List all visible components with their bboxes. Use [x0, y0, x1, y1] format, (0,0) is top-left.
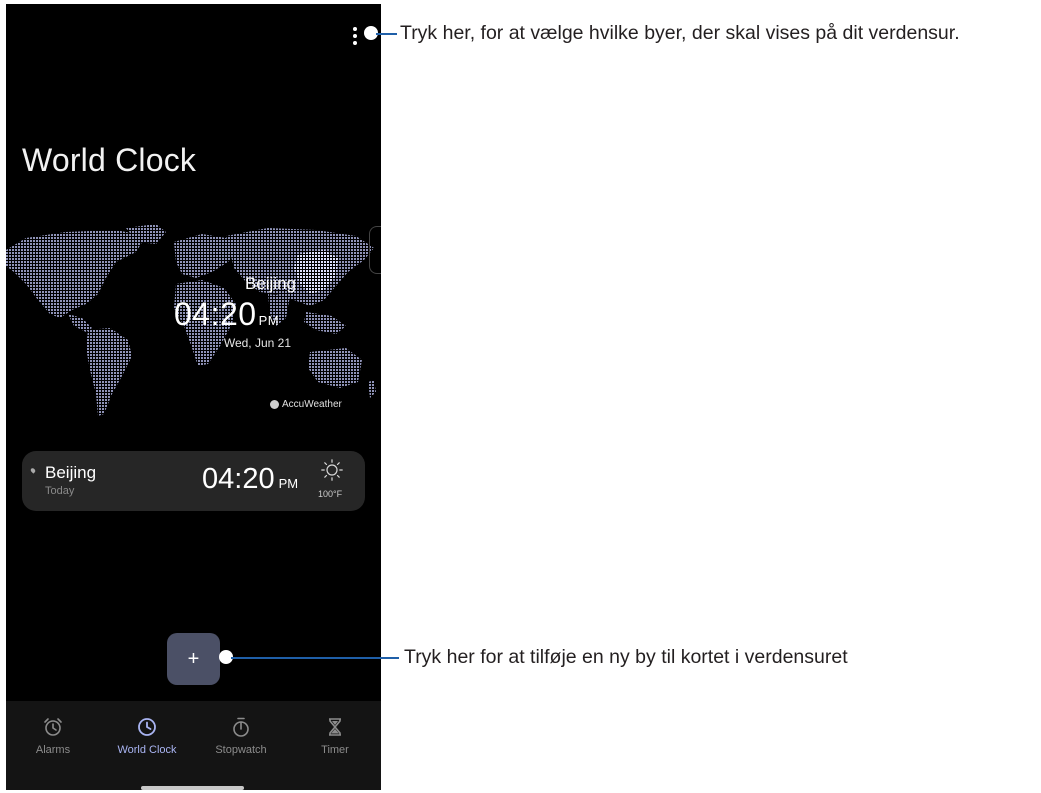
city-time: 04:20 PM — [202, 463, 298, 496]
map-date: Wed, Jun 21 — [223, 336, 291, 350]
world-map: Beijing 04:20 PM Wed, Jun 21 AccuWeather — [6, 222, 381, 437]
more-options-icon[interactable] — [346, 24, 364, 48]
city-temperature: 100°F — [318, 489, 343, 499]
city-name: Beijing — [45, 463, 97, 482]
map-time: 04:20 PM — [174, 296, 279, 333]
home-indicator[interactable] — [141, 786, 244, 790]
tab-world-clock-label: World Clock — [117, 744, 177, 756]
map-ampm: PM — [258, 313, 280, 328]
callout-line-add — [231, 657, 399, 659]
tab-alarms-label: Alarms — [35, 744, 71, 756]
side-panel-handle[interactable] — [369, 226, 381, 274]
alarm-clock-icon — [44, 718, 62, 736]
phone-screen: World Clock Beijing 04:20 PM Wed, Jun 21… — [6, 4, 381, 790]
city-ampm: PM — [278, 476, 299, 491]
add-city-button[interactable]: + — [167, 633, 220, 685]
accuweather-icon — [270, 400, 279, 409]
tab-timer[interactable]: Timer — [290, 716, 380, 756]
tab-timer-label: Timer — [321, 744, 349, 756]
page-title: World Clock — [22, 142, 197, 178]
callout-marker-add — [221, 652, 231, 662]
callout-add-text: Tryk her for at tilføje en ny by til kor… — [404, 646, 848, 668]
clock-icon — [138, 718, 156, 736]
accuweather-logo: AccuWeather — [270, 399, 342, 410]
sun-icon — [321, 459, 343, 481]
city-time-value: 04:20 — [202, 463, 275, 495]
map-time-value: 04:20 — [174, 296, 257, 332]
map-city-name: Beijing — [244, 274, 296, 293]
location-pin-icon — [29, 467, 37, 474]
callout-marker-menu — [366, 28, 376, 38]
stopwatch-icon — [233, 717, 249, 737]
tab-alarms[interactable]: Alarms — [8, 716, 98, 756]
city-day: Today — [45, 485, 75, 497]
tab-stopwatch-label: Stopwatch — [215, 744, 267, 756]
callout-menu-text: Tryk her, for at vælge hvilke byer, der … — [400, 22, 960, 44]
accuweather-label: AccuWeather — [282, 399, 342, 410]
hourglass-icon — [329, 718, 341, 736]
city-list-item[interactable]: Beijing Today 04:20 PM 100°F — [22, 451, 365, 511]
tab-world-clock[interactable]: World Clock — [102, 716, 192, 756]
callout-line-menu — [376, 33, 397, 35]
tab-stopwatch[interactable]: Stopwatch — [196, 716, 286, 756]
bottom-navigation: Alarms World Clock Stopwatch Timer — [6, 701, 381, 790]
